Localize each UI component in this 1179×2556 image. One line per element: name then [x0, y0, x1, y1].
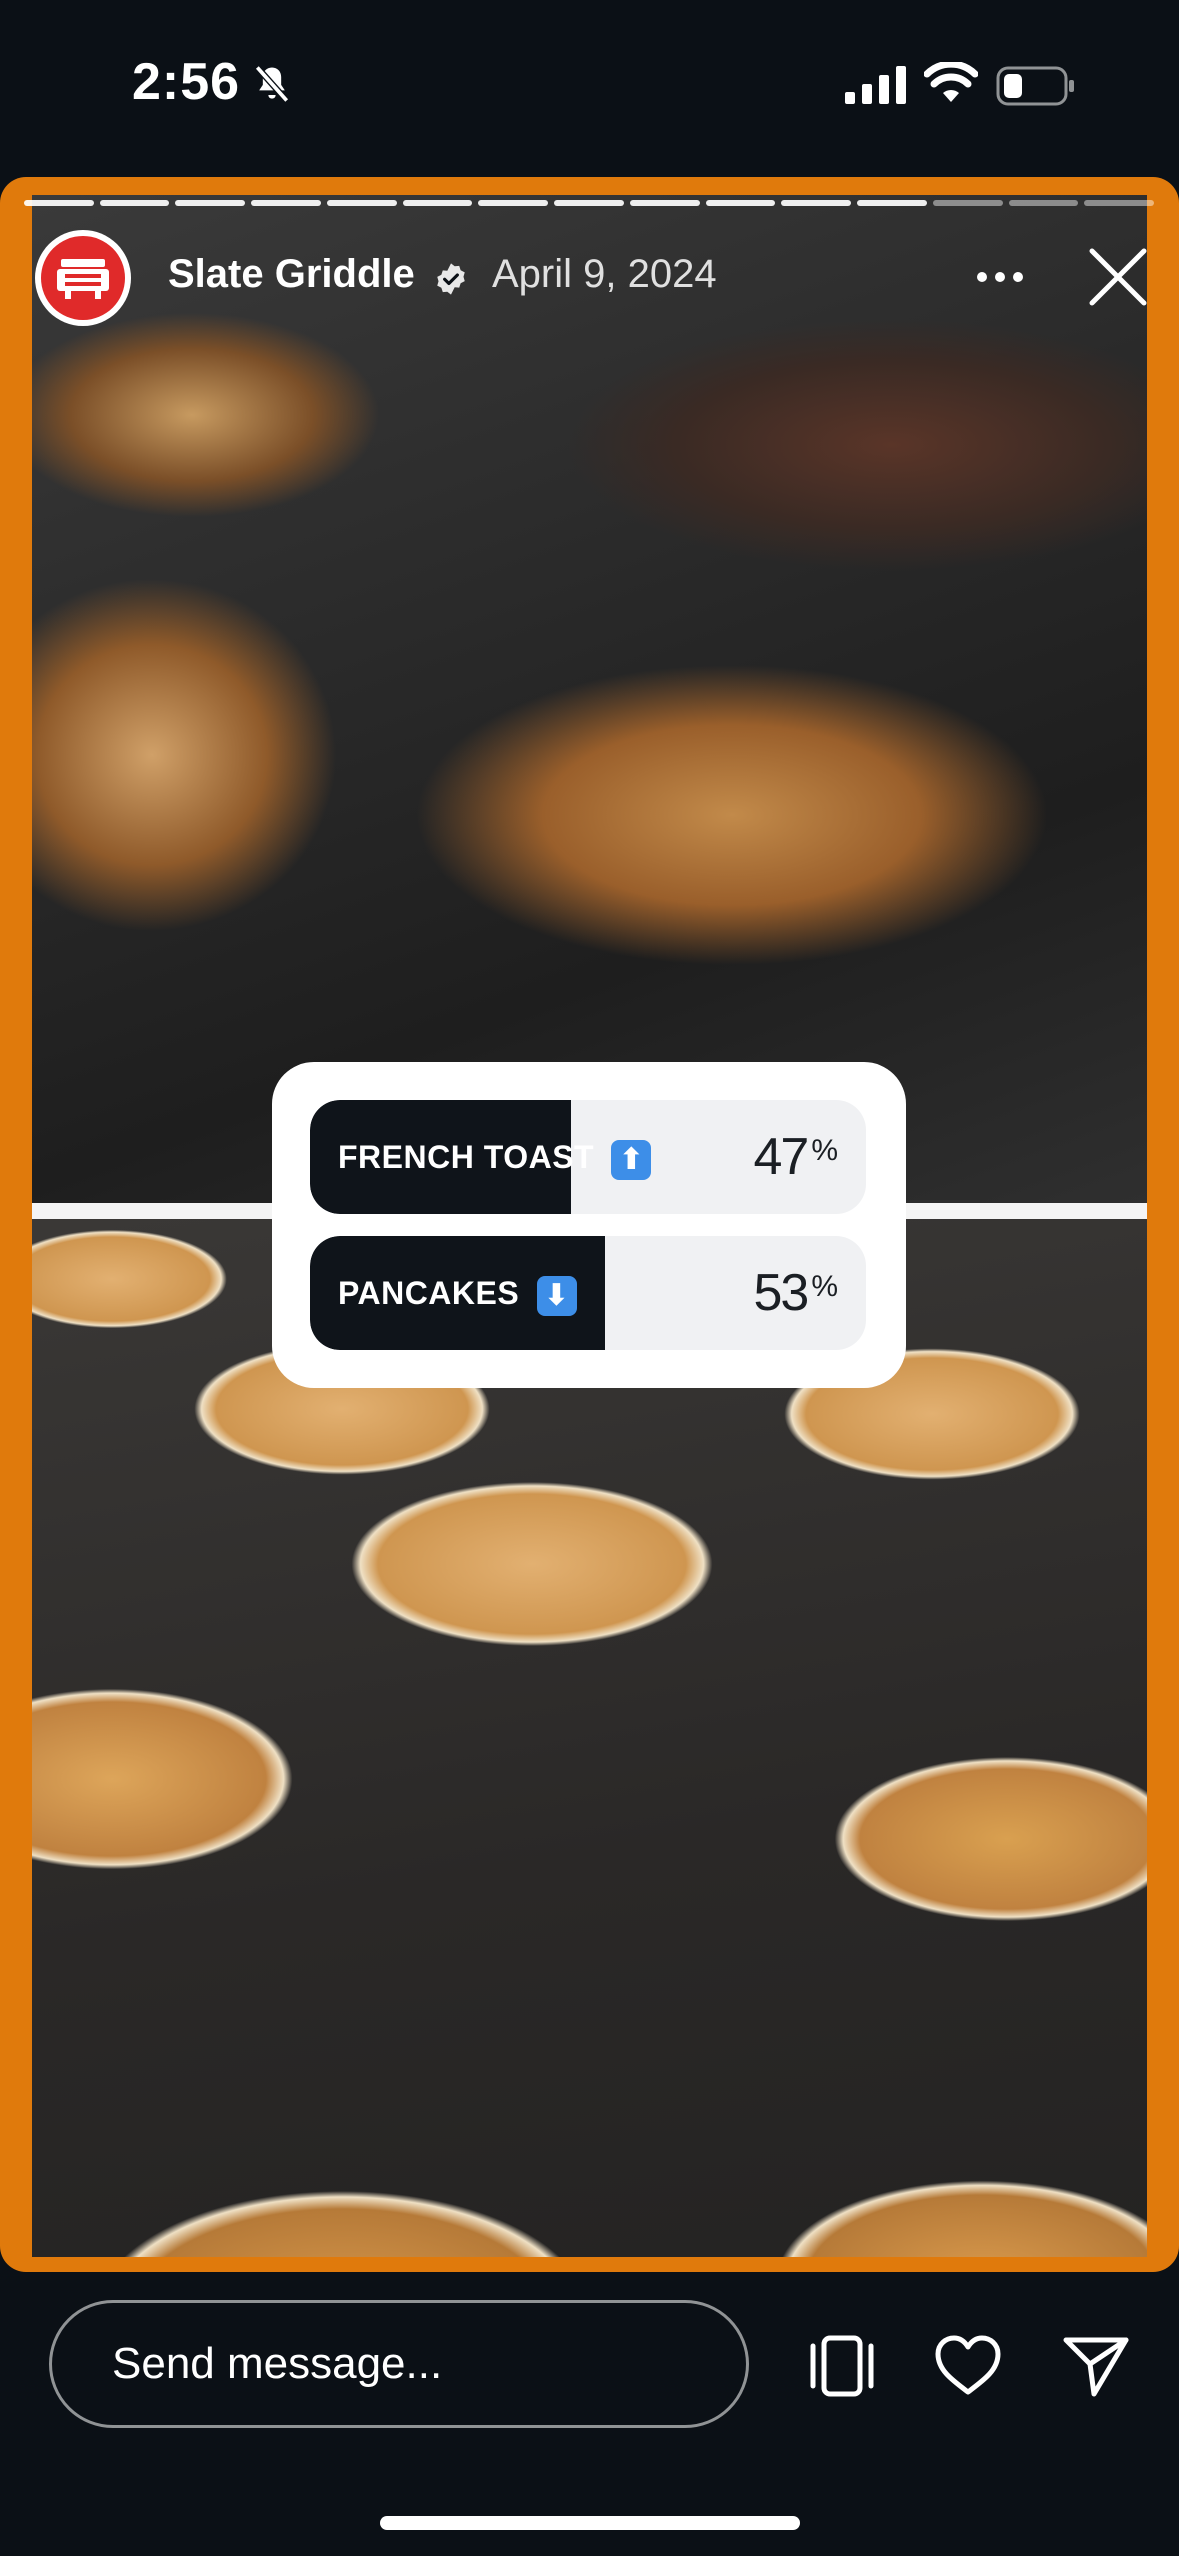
send-message-input[interactable]: Send message... [49, 2300, 749, 2428]
story-date: April 9, 2024 [492, 252, 717, 296]
poll-sticker: FRENCH TOAST ⬆ 47% PANCAKES ⬇ 53% [272, 1062, 906, 1388]
progress-segment [781, 200, 852, 206]
send-icon[interactable] [1060, 2330, 1132, 2402]
avatar[interactable] [35, 230, 131, 326]
carousel-icon[interactable] [806, 2330, 878, 2402]
progress-segment [705, 200, 776, 206]
progress-segment [251, 200, 321, 206]
bell-slash-icon [254, 65, 290, 103]
home-indicator[interactable] [380, 2516, 800, 2530]
progress-segment [554, 200, 624, 206]
progress-segment [478, 200, 549, 206]
poll-percent: 53% [753, 1264, 838, 1322]
down-arrow-icon: ⬇ [536, 1275, 577, 1316]
progress-segment [1008, 200, 1079, 206]
poll-option-label: PANCAKES [338, 1275, 520, 1311]
verified-badge-icon [437, 263, 465, 295]
poll-option-label: FRENCH TOAST [338, 1139, 595, 1175]
battery-icon [996, 66, 1074, 106]
french-toast-photo [32, 195, 1147, 1203]
progress-segment [402, 200, 473, 206]
progress-segment [1084, 200, 1155, 206]
poll-option-pancakes[interactable]: PANCAKES ⬇ 53% [310, 1236, 866, 1350]
close-icon[interactable] [1086, 245, 1150, 309]
up-arrow-icon: ⬆ [611, 1139, 652, 1180]
heart-icon[interactable] [932, 2330, 1004, 2402]
progress-segment [857, 200, 927, 206]
story-progress [24, 200, 1155, 206]
wifi-icon [924, 62, 978, 102]
progress-segment [24, 200, 94, 206]
status-bar: 2:56 [0, 0, 1179, 170]
poll-option-french-toast[interactable]: FRENCH TOAST ⬆ 47% [310, 1100, 866, 1214]
cellular-signal-icon [845, 66, 906, 104]
progress-segment [326, 200, 397, 206]
progress-segment [932, 200, 1003, 206]
more-options-icon[interactable] [972, 262, 1028, 292]
poll-percent: 47% [753, 1128, 838, 1186]
progress-segment [99, 200, 170, 206]
account-name[interactable]: Slate Griddle [168, 252, 415, 297]
progress-segment [175, 200, 246, 206]
progress-segment [629, 200, 700, 206]
status-time: 2:56 [132, 53, 241, 111]
griddle-logo-icon [57, 259, 109, 299]
